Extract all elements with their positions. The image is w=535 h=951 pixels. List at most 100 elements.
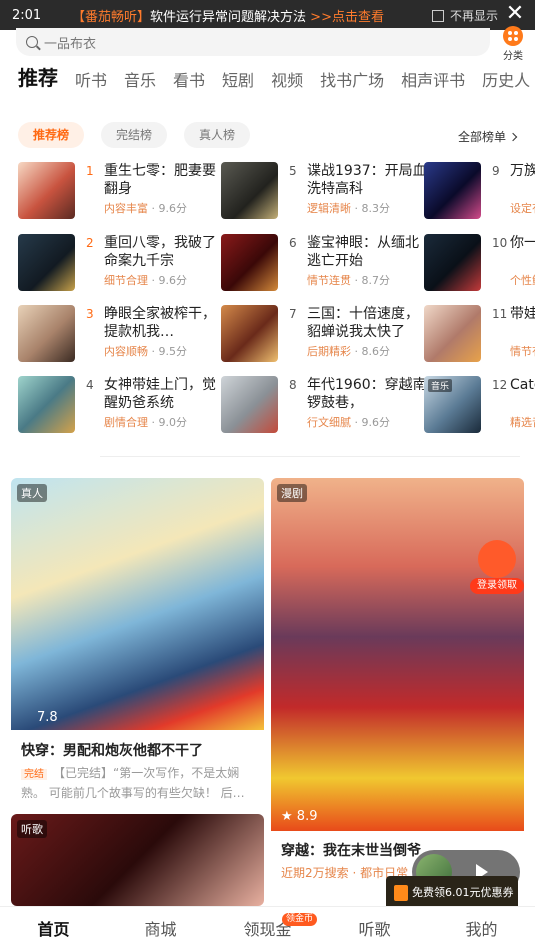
search-input[interactable]: 一品布衣 <box>16 28 490 56</box>
card-desc: 完结 【已完结】“第一次写作，不是太娴熟。 可能前几个故事写的有些欠缺！ 后… <box>21 764 257 800</box>
tab-short-drama[interactable]: 短剧 <box>222 67 254 96</box>
book-tag: 后期精彩 <box>307 345 351 358</box>
search-icon <box>26 36 38 48</box>
all-rank-link[interactable]: 全部榜单 <box>458 128 518 145</box>
book-meta: 情节连贯 · 8.7分 <box>307 274 390 287</box>
rank-item[interactable]: 2 重回八零，我破了命案九千宗 细节合理 · 9.6分 <box>18 234 218 294</box>
book-cover <box>221 376 278 433</box>
dont-show-label: 不再显示 <box>450 9 499 23</box>
login-label: 登录领取 <box>470 578 524 594</box>
book-title: 重回八零，我破了命案九千宗 <box>104 235 216 269</box>
book-cover <box>221 162 278 219</box>
card-rating: ★ 8.9 <box>281 809 317 824</box>
feed-card[interactable]: 听歌 <box>11 814 264 906</box>
rank-item[interactable]: 5 谍战1937：开局血洗特高科 逻辑清晰 · 8.3分 <box>221 162 427 222</box>
rank-item[interactable]: 11 带娃女： 情节有 <box>424 305 535 365</box>
card-title: 快穿：男配和炮灰他都不干了 <box>21 743 203 759</box>
tab-video[interactable]: 视频 <box>271 67 303 96</box>
tab-history[interactable]: 历史人 <box>482 67 530 96</box>
nav-home[interactable]: 首页 <box>0 907 107 951</box>
book-cover <box>221 234 278 291</box>
coupon-banner[interactable]: 免费领6.01元优惠券 <box>386 876 518 910</box>
category-button[interactable]: 分类 <box>498 26 528 62</box>
banner-link[interactable]: >>点击查看 <box>310 10 384 25</box>
all-rank-label: 全部榜单 <box>458 130 507 144</box>
book-score: 9.6分 <box>361 416 391 429</box>
rank-number: 3 <box>86 307 94 321</box>
rank-item[interactable]: 音乐 12 Catch（ 精选音 <box>424 376 535 436</box>
rank-number: 2 <box>86 236 94 250</box>
book-cover <box>424 162 481 219</box>
book-tag: 情节有 <box>510 345 535 358</box>
close-icon[interactable]: ✕ <box>503 2 527 26</box>
book-title: 谍战1937：开局血洗特高科 <box>307 163 427 197</box>
card-tag: 真人 <box>17 484 47 502</box>
book-tag: 设定有 <box>510 202 535 215</box>
chip-voice-rank[interactable]: 真人榜 <box>184 122 251 148</box>
rank-item[interactable]: 9 万族局驯 设定有 <box>424 162 535 222</box>
rank-item[interactable]: 4 女神带娃上门，觉醒奶爸系统 剧情合理 · 9.0分 <box>18 376 218 436</box>
book-title: 女神带娃上门，觉醒奶爸系统 <box>104 377 216 411</box>
rank-number: 8 <box>289 378 297 392</box>
book-cover <box>18 234 75 291</box>
tab-book-plaza[interactable]: 找书广场 <box>320 67 384 96</box>
nav-mall[interactable]: 商城 <box>107 907 214 951</box>
gift-icon <box>478 540 516 578</box>
book-cover <box>424 305 481 362</box>
rank-number: 10 <box>492 236 508 250</box>
login-reward-float[interactable]: 登录领取 <box>470 540 524 596</box>
book-tag: 内容顺畅 <box>104 345 148 358</box>
book-cover <box>18 305 75 362</box>
book-meta: 剧情合理 · 9.0分 <box>104 416 187 429</box>
book-meta: 逻辑清晰 · 8.3分 <box>307 202 390 215</box>
book-meta: 细节合理 · 9.6分 <box>104 274 187 287</box>
tab-crosstalk[interactable]: 相声评书 <box>401 67 465 96</box>
dont-show-checkbox[interactable] <box>432 9 444 22</box>
rank-number: 9 <box>492 164 500 178</box>
tab-music[interactable]: 音乐 <box>124 67 156 96</box>
rank-item[interactable]: 3 睁眼全家被榨干，提款机我… 内容顺畅 · 9.5分 <box>18 305 218 365</box>
book-tag: 剧情合理 <box>104 416 148 429</box>
card-tag: 听歌 <box>17 820 47 838</box>
book-title: 鉴宝神眼：从缅北逃亡开始 <box>307 235 419 269</box>
tab-read[interactable]: 看书 <box>173 67 205 96</box>
nav-songs[interactable]: 听歌 <box>321 907 428 951</box>
card-cover <box>11 814 264 906</box>
chip-finished-rank[interactable]: 完结榜 <box>101 122 168 148</box>
dont-show-toggle[interactable]: 不再显示 <box>432 7 498 24</box>
rank-item[interactable]: 10 你一刑侦 个性鲜 <box>424 234 535 294</box>
rank-item[interactable]: 6 鉴宝神眼：从缅北逃亡开始 情节连贯 · 8.7分 <box>221 234 421 294</box>
book-tag: 个性鲜 <box>510 274 535 287</box>
book-meta: 精选音 <box>510 414 535 430</box>
book-score: 9.6分 <box>158 202 188 215</box>
tab-audiobook[interactable]: 听书 <box>75 67 107 96</box>
nav-mine[interactable]: 我的 <box>428 907 535 951</box>
book-meta: 设定有 <box>510 200 535 216</box>
book-cover <box>18 376 75 433</box>
notification-banner[interactable]: 2:01 【番茄畅听】软件运行异常问题解决方法 >>点击查看 不再显示 ✕ <box>0 0 535 30</box>
rank-item[interactable]: 7 三国：十倍速度，貂蝉说我太快了 后期精彩 · 8.6分 <box>221 305 421 365</box>
search-placeholder: 一品布衣 <box>44 36 97 52</box>
book-title: 年代1960：穿越南锣鼓巷， <box>307 377 427 411</box>
nav-cash-badge: 领金币 <box>282 913 318 926</box>
rank-item[interactable]: 1 重生七零：肥妻要翻身 内容丰富 · 9.6分 <box>18 162 218 222</box>
star-icon: ★ <box>281 809 297 824</box>
banner-text: 软件运行异常问题解决方法 <box>150 9 307 25</box>
card-desc-text: 【已完结】“第一次写作，不是太娴熟。 可能前几个故事写的有些欠缺！ 后… <box>21 766 245 800</box>
category-label: 分类 <box>503 51 523 62</box>
rank-number: 1 <box>86 164 94 178</box>
card-tag: 漫剧 <box>277 484 307 502</box>
banner-message[interactable]: 【番茄畅听】软件运行异常问题解决方法 >>点击查看 <box>72 6 384 25</box>
rank-item[interactable]: 8 年代1960：穿越南锣鼓巷， 行文细腻 · 9.6分 <box>221 376 427 436</box>
book-tag: 情节连贯 <box>307 274 351 287</box>
rank-chips: 推荐榜 完结榜 真人榜 <box>18 122 267 148</box>
nav-cash[interactable]: 领现金 领金币 <box>214 907 321 951</box>
coupon-text: 免费领6.01元优惠券 <box>412 886 514 899</box>
chip-recommend-rank[interactable]: 推荐榜 <box>18 122 85 148</box>
chevron-right-icon <box>508 132 518 142</box>
tab-recommend[interactable]: 推荐 <box>18 62 58 96</box>
book-score: 9.5分 <box>158 345 188 358</box>
feed-card[interactable]: 真人 7.8 快穿：男配和炮灰他都不干了 完结 【已完结】“第一次写作，不是太娴熟… <box>11 478 264 804</box>
finished-badge: 完结 <box>21 769 47 780</box>
book-meta: 内容丰富 · 9.6分 <box>104 202 188 215</box>
